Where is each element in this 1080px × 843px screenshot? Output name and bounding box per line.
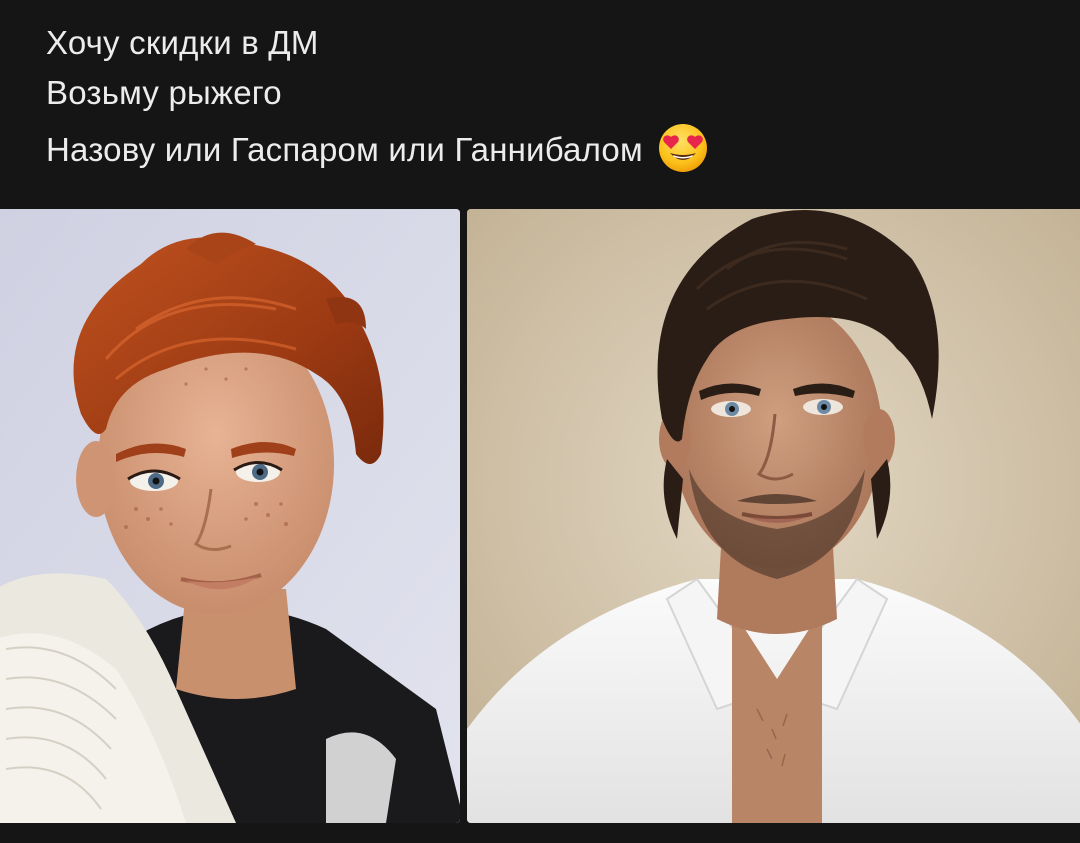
caption-line-2: Возьму рыжего <box>46 74 282 111</box>
caption-line-1: Хочу скидки в ДМ <box>46 24 319 61</box>
photo-grid <box>0 209 1080 823</box>
caption-line-3: Назову или Гаспаром или Ганнибалом <box>46 131 643 168</box>
post: Хочу скидки в ДМ Возьму рыжего Назову ил… <box>0 0 1080 843</box>
bottom-strip <box>0 823 1080 843</box>
post-caption: Хочу скидки в ДМ Возьму рыжего Назову ил… <box>46 18 709 175</box>
heart-eyes-emoji-icon <box>657 122 709 174</box>
caption-line-3-wrap: Назову или Гаспаром или Ганнибалом <box>46 122 709 175</box>
photo-man[interactable] <box>467 209 1080 823</box>
photo-doll[interactable] <box>0 209 460 823</box>
